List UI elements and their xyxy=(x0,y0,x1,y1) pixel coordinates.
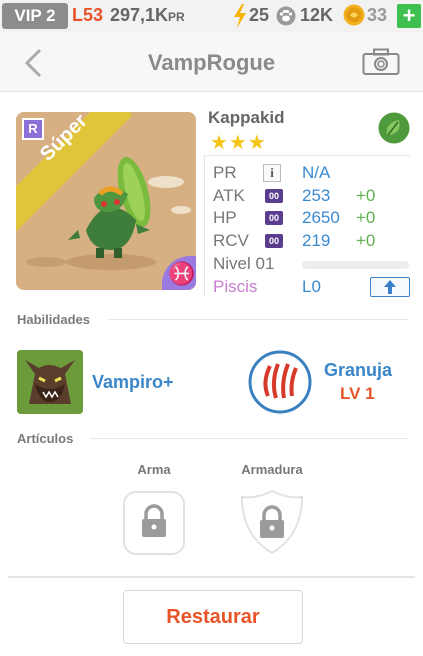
status-bar: VIP 2 L53 297,1KPR 25 12K 33 + xyxy=(0,0,423,32)
stat-gem-icon: 00 xyxy=(265,211,283,225)
skill-image[interactable] xyxy=(17,350,83,414)
skill-name[interactable]: Vampiro+ xyxy=(92,372,174,393)
energy-icon xyxy=(234,4,246,28)
stat-value: 2650 xyxy=(302,208,340,227)
armor-slot[interactable] xyxy=(241,490,303,554)
level-label: Nivel 01 xyxy=(213,254,275,273)
stat-row-pr: PR i N/A xyxy=(213,163,413,185)
armor-slot-label: Armadura xyxy=(241,462,303,477)
stat-gem-icon: 00 xyxy=(265,189,283,203)
arrow-up-icon xyxy=(384,280,396,294)
level-row: Nivel 01 xyxy=(213,254,413,276)
upgrade-button[interactable] xyxy=(370,277,410,297)
total-power-value: 297,1K xyxy=(110,5,169,25)
pet-name: Kappakid xyxy=(208,108,285,127)
nav-bar: VampRogue xyxy=(0,32,423,92)
star-rating: ★★★ xyxy=(210,132,267,154)
rarity-badge: R xyxy=(22,118,44,140)
stat-bonus: +0 xyxy=(356,231,376,250)
stat-row-atk: ATK 00 253 +0 xyxy=(213,186,413,208)
weapon-slot[interactable] xyxy=(123,491,185,555)
stat-value: 253 xyxy=(302,186,331,205)
stat-value: 219 xyxy=(302,231,331,250)
items-divider xyxy=(90,438,408,439)
claw-ability-icon[interactable] xyxy=(248,350,312,414)
stat-row-hp: HP 00 2650 +0 xyxy=(213,208,413,230)
items-section-label: Artículos xyxy=(17,431,74,446)
sign-row: Piscis L0 xyxy=(213,277,413,299)
stat-bonus: +0 xyxy=(356,208,376,227)
werewolf-skill-icon xyxy=(17,350,83,414)
stat-label: ATK xyxy=(213,186,245,205)
coin-icon xyxy=(343,4,365,26)
stat-label: PR xyxy=(213,163,237,182)
paw-icon xyxy=(276,6,296,26)
stat-bonus: +0 xyxy=(356,186,376,205)
pet-portrait[interactable]: Súper R ♓ xyxy=(16,112,196,290)
restore-button[interactable]: Restaurar xyxy=(123,590,303,644)
ability-name[interactable]: Granuja xyxy=(324,360,392,381)
info-icon[interactable]: i xyxy=(263,164,281,182)
leaf-element-icon xyxy=(378,112,410,144)
abilities-divider xyxy=(108,319,408,320)
total-power: 297,1KPR xyxy=(110,5,185,26)
sign-label: Piscis xyxy=(213,277,258,296)
player-level: L53 xyxy=(72,5,104,25)
sign-level: L0 xyxy=(302,277,321,296)
weapon-slot-label: Arma xyxy=(137,462,171,477)
abilities-section-label: Habilidades xyxy=(17,312,90,327)
camera-icon[interactable] xyxy=(362,48,400,76)
stat-row-rcv: RCV 00 219 +0 xyxy=(213,231,413,253)
vip-badge[interactable]: VIP 2 xyxy=(2,3,68,29)
stat-label: RCV xyxy=(213,231,249,250)
paw-count: 12K xyxy=(300,5,334,25)
level-progress-bar xyxy=(302,261,409,269)
stat-value: N/A xyxy=(302,163,331,182)
stat-gem-icon: 00 xyxy=(265,234,283,248)
bottom-divider xyxy=(8,576,415,578)
coin-count: 33 xyxy=(367,5,388,25)
total-power-unit: PR xyxy=(168,10,185,24)
stat-label: HP xyxy=(213,208,237,227)
page-title: VampRogue xyxy=(147,50,276,75)
energy-count: 25 xyxy=(249,5,270,25)
add-coins-button[interactable]: + xyxy=(397,4,421,28)
ability-level: LV 1 xyxy=(340,384,375,403)
